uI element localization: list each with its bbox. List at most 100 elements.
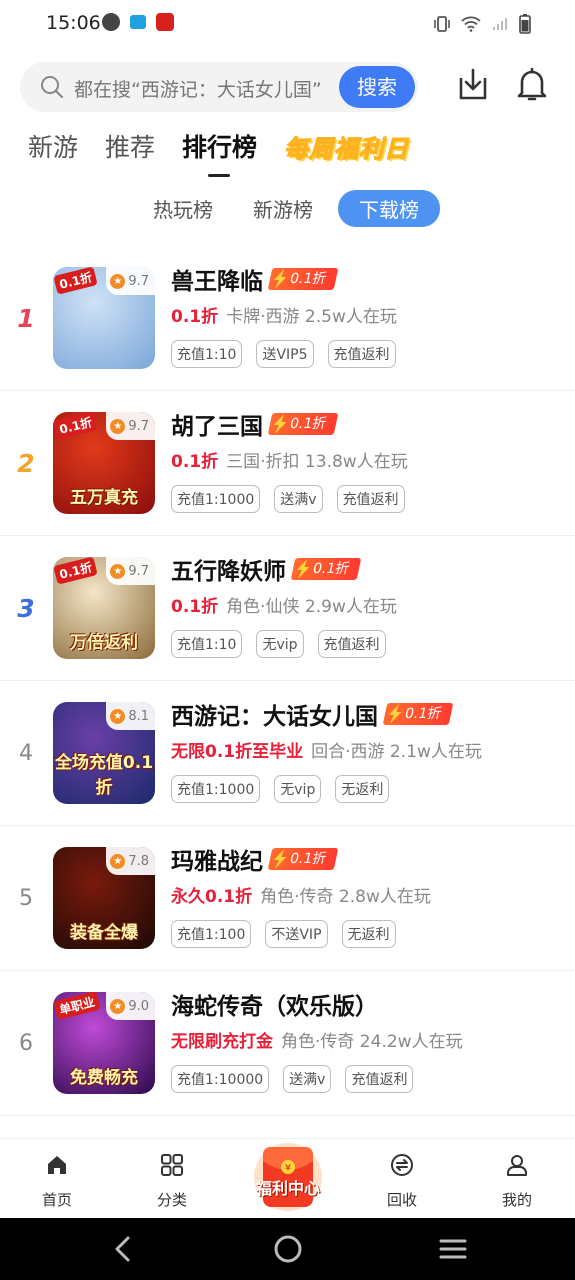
rank-number: 3	[17, 594, 35, 623]
nav-label: 分类	[156, 1191, 187, 1209]
feature-tag: 无返利	[341, 920, 396, 948]
search-input[interactable]: 都在搜“西游记：大话女儿国” 搜索	[20, 62, 418, 112]
game-notification-icon	[156, 13, 174, 31]
download-manager-button[interactable]	[451, 62, 495, 106]
game-row[interactable]: 6 单职业 ★ 9.0 免费畅充 海蛇传奇（欢乐版） 无限刷充打金 角色·传奇 2…	[0, 971, 575, 1116]
recycle-icon	[391, 1154, 413, 1176]
tab-rankings[interactable]: 排行榜	[182, 128, 258, 177]
icon-promo-tag: 0.1折	[53, 557, 98, 585]
rank-cell: 3	[0, 536, 52, 681]
signal-icon	[493, 18, 507, 30]
promo-text: 无限刷充打金	[171, 1032, 273, 1052]
game-row[interactable]: 3 0.1折 ★ 9.7 万倍返利 五行降妖师 0.1折 0.1折 角色·仙侠 2…	[0, 536, 575, 681]
discount-badge: 0.1折	[267, 413, 339, 435]
genre-players: 三国·折扣 13.8w人在玩	[226, 452, 408, 472]
icon-caption: 万倍返利	[70, 633, 138, 653]
feature-tag: 送满v	[283, 1065, 332, 1093]
feature-tag: 充值1:10000	[171, 1065, 270, 1093]
rating-badge: ★ 9.7	[106, 412, 155, 440]
profile-icon	[507, 1155, 527, 1176]
game-title-line: 兽王降临 0.1折	[171, 262, 339, 296]
feature-tag: 充值1:100	[171, 920, 252, 948]
rank-number: 5	[19, 886, 33, 911]
chat-notification-icon	[130, 15, 146, 29]
game-title-line: 胡了三国 0.1折	[171, 407, 339, 441]
game-icon[interactable]: 0.1折 ★ 9.7	[53, 267, 155, 369]
game-row[interactable]: 5 ★ 7.8 装备全爆 玛雅战纪 0.1折 永久0.1折 角色·传奇 2.8w人…	[0, 826, 575, 971]
search-placeholder: 都在搜“西游记：大话女儿国”	[74, 79, 322, 101]
rank-cell: 2	[0, 391, 52, 536]
rank-cell: 1	[0, 246, 52, 391]
main-tabs: 新游 推荐 排行榜 每周福利日	[28, 128, 409, 177]
nav-welfare-center[interactable]: ¥ 福利中心	[247, 1133, 329, 1215]
feature-tag: 充值1:10	[171, 340, 243, 368]
nav-home[interactable]: 首页	[17, 1139, 97, 1219]
rank-cell: 4	[0, 681, 52, 826]
subtab-hot[interactable]: 热玩榜	[138, 190, 228, 227]
search-button[interactable]: 搜索	[339, 66, 415, 108]
tab-label: 排行榜	[182, 133, 258, 162]
genre-players: 角色·传奇 24.2w人在玩	[281, 1032, 463, 1052]
notification-button[interactable]	[510, 62, 554, 106]
nav-recycle[interactable]: 回收	[362, 1139, 442, 1219]
category-icon	[161, 1154, 183, 1176]
rank-number: 2	[17, 449, 35, 478]
game-tags: 充值1:10000 送满v 充值返利	[171, 1065, 414, 1093]
icon-caption: 装备全爆	[70, 923, 138, 943]
game-icon[interactable]: 单职业 ★ 9.0 免费畅充	[53, 992, 155, 1094]
icon-caption: 五万真充	[70, 488, 138, 508]
game-tags: 充值1:1000 无vip 无返利	[171, 775, 390, 803]
rating-value: 9.7	[128, 273, 149, 289]
game-ranking-list: 1 0.1折 ★ 9.7 兽王降临 0.1折 0.1折 卡牌·西游 2.5w人在玩	[0, 246, 575, 1116]
genre-players: 回合·西游 2.1w人在玩	[311, 742, 482, 762]
tab-new-games[interactable]: 新游	[28, 128, 78, 164]
rating-badge: ★ 9.0	[106, 992, 155, 1020]
game-icon[interactable]: 0.1折 ★ 9.7 五万真充	[53, 412, 155, 514]
discount-badge: 0.1折	[267, 848, 339, 870]
game-row[interactable]: 1 0.1折 ★ 9.7 兽王降临 0.1折 0.1折 卡牌·西游 2.5w人在玩	[0, 246, 575, 391]
rating-value: 7.8	[128, 853, 149, 869]
nav-label: 我的	[501, 1191, 532, 1209]
search-icon	[41, 76, 64, 99]
rating-badge: ★ 9.7	[106, 267, 155, 295]
tab-weekly-welfare[interactable]: 每周福利日	[284, 129, 409, 164]
game-title-line: 玛雅战纪 0.1折	[171, 842, 339, 876]
promo-text: 0.1折	[171, 307, 219, 327]
status-bar: 15:06	[0, 0, 575, 48]
nav-category[interactable]: 分类	[132, 1139, 212, 1219]
game-name: 西游记：大话女儿国	[171, 704, 378, 730]
red-envelope-icon: ¥	[254, 1143, 322, 1211]
tab-recommend[interactable]: 推荐	[105, 128, 155, 164]
discount-text: 0.1折	[311, 561, 351, 577]
discount-text: 0.1折	[288, 416, 328, 432]
game-row[interactable]: 4 ★ 8.1 全场充值0.1折 西游记：大话女儿国 0.1折 无限0.1折至毕…	[0, 681, 575, 826]
game-icon[interactable]: ★ 8.1 全场充值0.1折	[53, 702, 155, 804]
game-tags: 充值1:10 无vip 充值返利	[171, 630, 386, 658]
subtab-download[interactable]: 下载榜	[338, 190, 440, 227]
game-name: 胡了三国	[171, 414, 263, 440]
back-icon[interactable]	[110, 1234, 136, 1264]
rating-value: 8.1	[128, 708, 149, 724]
nav-label: 回收	[386, 1191, 417, 1209]
game-meta: 永久0.1折 角色·传奇 2.8w人在玩	[171, 882, 431, 907]
feature-tag: 不送VIP	[265, 920, 328, 948]
discount-badge: 0.1折	[267, 268, 339, 290]
nav-profile[interactable]: 我的	[477, 1139, 557, 1219]
game-icon[interactable]: ★ 7.8 装备全爆	[53, 847, 155, 949]
recent-apps-icon[interactable]	[438, 1234, 468, 1264]
rank-cell: 6	[0, 971, 52, 1116]
tab-label: 推荐	[105, 133, 156, 162]
game-icon[interactable]: 0.1折 ★ 9.7 万倍返利	[53, 557, 155, 659]
home-circle-icon[interactable]	[273, 1234, 303, 1264]
feature-tag: 充值1:1000	[171, 485, 261, 513]
feature-tag: 充值返利	[327, 340, 396, 368]
rating-value: 9.7	[128, 418, 149, 434]
game-row[interactable]: 2 0.1折 ★ 9.7 五万真充 胡了三国 0.1折 0.1折三国·折扣 13…	[0, 391, 575, 536]
feature-tag: 无vip	[274, 775, 322, 803]
genre-players: 角色·传奇 2.8w人在玩	[260, 887, 431, 907]
lightning-icon	[273, 269, 287, 289]
game-meta: 无限刷充打金 角色·传奇 24.2w人在玩	[171, 1027, 463, 1052]
subtab-new[interactable]: 新游榜	[238, 190, 328, 227]
star-icon: ★	[110, 273, 126, 289]
game-tags: 充值1:10 送VIP5 充值返利	[171, 340, 396, 368]
